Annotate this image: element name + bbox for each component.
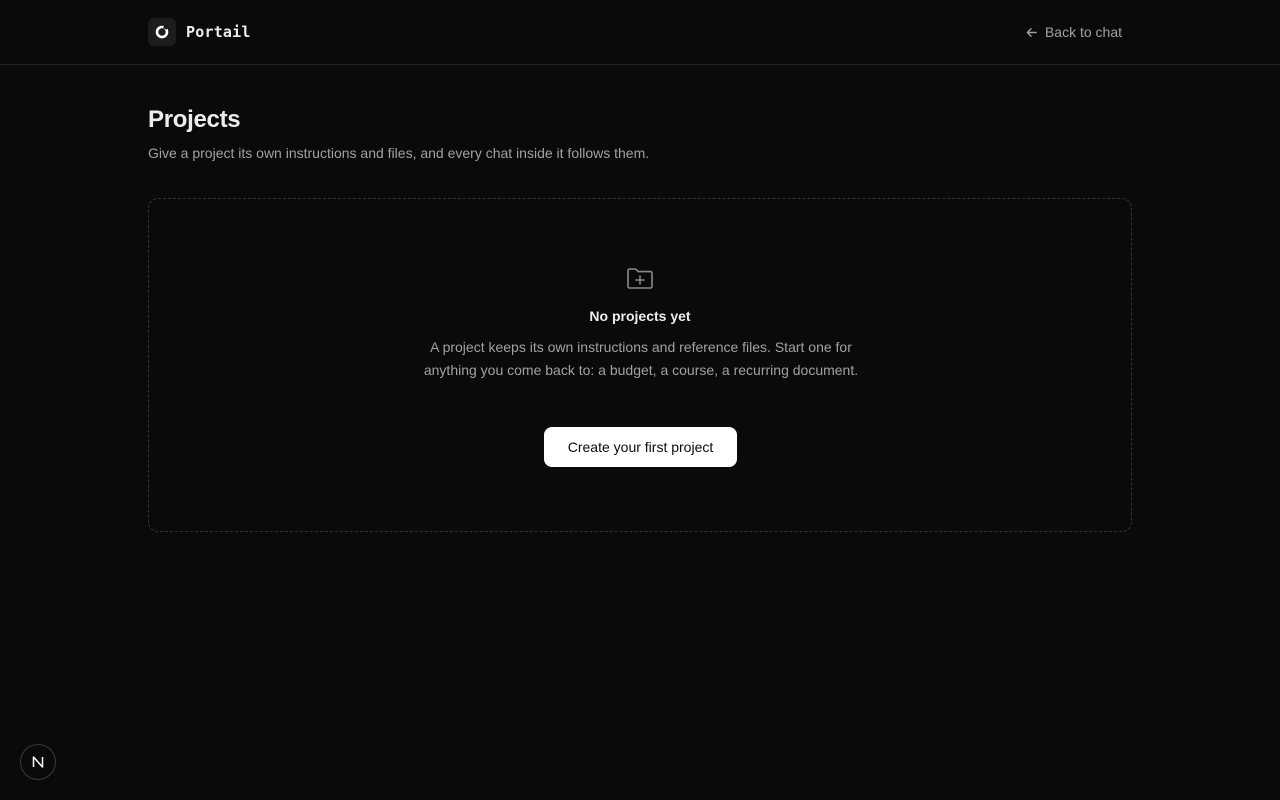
back-to-chat-link[interactable]: Back to chat	[1025, 22, 1122, 42]
arrow-left-icon	[1025, 26, 1038, 39]
folder-plus-icon	[626, 264, 654, 292]
top-bar: Portail Back to chat	[0, 0, 1280, 65]
page-title: Projects	[148, 106, 241, 133]
empty-state-description: A project keeps its own instructions and…	[423, 339, 859, 378]
brand-link[interactable]: Portail	[148, 18, 251, 46]
nextjs-badge-icon[interactable]	[20, 744, 56, 780]
ring-logo-icon	[148, 18, 176, 46]
empty-state-card: No projects yet A project keeps its own …	[148, 198, 1132, 532]
brand-name: Portail	[186, 23, 251, 41]
page-subtitle: Give a project its own instructions and …	[148, 145, 650, 161]
empty-state-title: No projects yet	[589, 308, 691, 324]
back-to-chat-label: Back to chat	[1044, 24, 1122, 40]
create-first-project-button[interactable]: Create your first project	[544, 427, 737, 467]
